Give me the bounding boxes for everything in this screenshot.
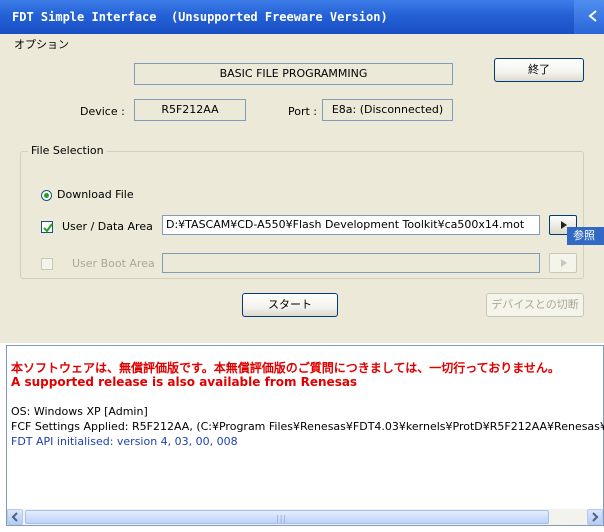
window-menu-button[interactable] bbox=[574, 0, 604, 34]
user-boot-area-path-input[interactable] bbox=[162, 253, 540, 273]
disconnect-device-button[interactable]: デバイスとの切断 bbox=[486, 293, 584, 317]
user-boot-area-checkbox[interactable] bbox=[41, 258, 53, 270]
scroll-right-icon bbox=[592, 512, 599, 522]
log-line: FDT API initialised: version 4, 03, 00, … bbox=[11, 435, 238, 448]
checkmark-icon bbox=[43, 223, 53, 233]
scroll-left-icon bbox=[11, 512, 18, 522]
horizontal-scrollbar[interactable]: ||| bbox=[7, 509, 603, 525]
browse-tooltip: 参照 bbox=[567, 227, 604, 245]
port-value: E8a: (Disconnected) bbox=[322, 99, 453, 121]
user-data-area-path-input[interactable]: D:¥TASCAM¥CD-A550¥Flash Development Tool… bbox=[162, 215, 540, 235]
scroll-thumb[interactable]: ||| bbox=[25, 510, 549, 524]
log-line: A supported release is also available fr… bbox=[11, 375, 358, 389]
output-log: 本ソフトウェアは、無償評価版です。本無償評価版のご質問につきましては、一切行って… bbox=[6, 345, 604, 526]
mode-label: BASIC FILE PROGRAMMING bbox=[134, 63, 453, 85]
scroll-right-button[interactable] bbox=[587, 509, 603, 525]
download-file-label: Download File bbox=[57, 188, 134, 201]
log-line: 本ソフトウェアは、無償評価版です。本無償評価版のご質問につきましては、一切行って… bbox=[11, 361, 560, 375]
menu-options[interactable]: オプション bbox=[14, 36, 69, 52]
log-line: FCF Settings Applied: R5F212AA, (C:¥Prog… bbox=[11, 420, 604, 433]
grip-icon: ||| bbox=[276, 514, 288, 523]
scroll-left-button[interactable] bbox=[7, 509, 23, 525]
chevron-left-icon bbox=[588, 10, 597, 22]
user-data-area-label: User / Data Area bbox=[62, 220, 153, 233]
exit-button[interactable]: 終了 bbox=[494, 58, 584, 82]
menu-bar: オプション bbox=[0, 34, 604, 53]
main-panel: BASIC FILE PROGRAMMING 終了 Device : R5F21… bbox=[0, 53, 604, 343]
download-file-radio[interactable] bbox=[41, 190, 52, 201]
log-line: OS: Windows XP [Admin] bbox=[11, 405, 148, 418]
port-label: Port : bbox=[288, 105, 318, 118]
window-title: FDT Simple Interface (Unsupported Freewa… bbox=[12, 10, 388, 24]
device-value: R5F212AA bbox=[134, 99, 246, 121]
play-arrow-icon bbox=[561, 259, 567, 267]
user-boot-browse-button[interactable] bbox=[549, 253, 577, 273]
user-data-area-checkbox[interactable] bbox=[41, 221, 53, 233]
user-boot-area-label: User Boot Area bbox=[72, 257, 155, 270]
device-label: Device : bbox=[80, 105, 125, 118]
file-selection-label: File Selection bbox=[28, 144, 107, 157]
title-bar: FDT Simple Interface (Unsupported Freewa… bbox=[0, 0, 604, 34]
start-button[interactable]: スタート bbox=[242, 293, 338, 317]
